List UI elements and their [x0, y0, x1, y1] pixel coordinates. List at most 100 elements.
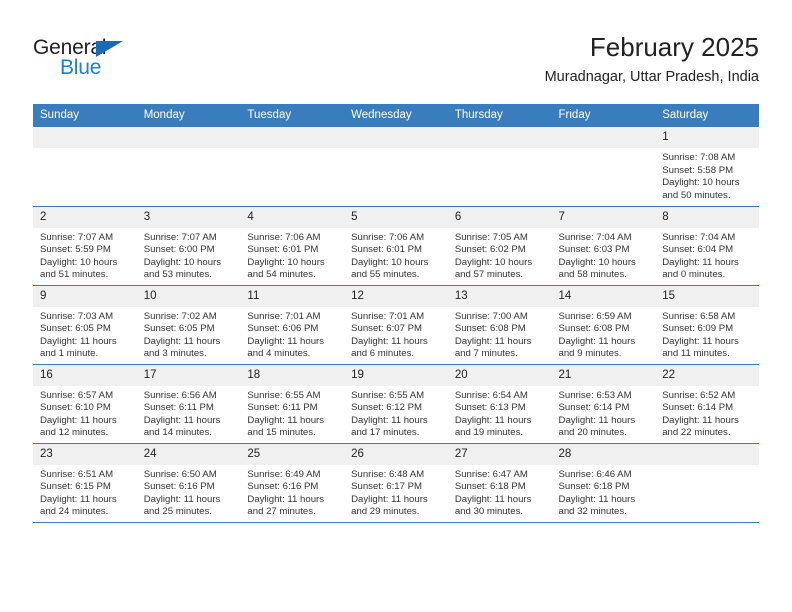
sunset-text: Sunset: 5:59 PM [40, 244, 111, 256]
day-number: 16 [33, 364, 137, 386]
calendar-day-cell[interactable]: 14 Sunrise: 6:59 AM Sunset: 6:08 PM Dayligh… [551, 284, 656, 364]
day-number: 5 [344, 206, 448, 228]
daylight-text-line1: Daylight: 10 hours [454, 256, 533, 268]
calendar-day-cell[interactable]: 8 Sunrise: 7:04 AM Sunset: 6:04 PM Daylight… [655, 205, 759, 285]
calendar-empty-cell [447, 127, 552, 206]
sunset-text: Sunset: 6:18 PM [454, 481, 526, 493]
calendar-day-cell[interactable]: 28 Sunrise: 6:46 AM Sunset: 6:18 PM Dayligh… [551, 442, 656, 522]
sunrise-text: Sunrise: 7:01 AM [247, 310, 321, 322]
daylight-text-line2: and 9 minutes. [558, 348, 622, 360]
calendar-day-cell[interactable]: 26 Sunrise: 6:48 AM Sunset: 6:17 PM Dayligh… [344, 442, 448, 522]
day-number: 20 [447, 364, 552, 386]
calendar-day-cell[interactable]: 11 Sunrise: 7:01 AM Sunset: 6:06 PM Dayligh… [240, 284, 345, 364]
calendar-day-cell[interactable]: 21 Sunrise: 6:53 AM Sunset: 6:14 PM Dayligh… [551, 363, 656, 443]
sunset-text: Sunset: 6:18 PM [558, 481, 630, 493]
daylight-text-line1: Daylight: 10 hours [351, 256, 429, 268]
sunset-text: Sunset: 6:01 PM [351, 244, 423, 256]
daylight-text-line2: and 51 minutes. [40, 269, 109, 281]
day-details: Sunrise: 7:04 AM Sunset: 6:04 PM Daylight:… [655, 228, 759, 282]
day-details: Sunrise: 6:57 AM Sunset: 6:10 PM Daylight:… [33, 386, 137, 440]
calendar-day-cell[interactable]: 23 Sunrise: 6:51 AM Sunset: 6:15 PM Dayligh… [33, 442, 137, 522]
calendar-week-row: 1 Sunrise: 7:08 AM Sunset: 5:58 PM Daylight… [33, 127, 759, 206]
calendar-day-cell[interactable]: 12 Sunrise: 7:01 AM Sunset: 6:07 PM Dayligh… [344, 284, 448, 364]
calendar-day-cell[interactable]: 5 Sunrise: 7:06 AM Sunset: 6:01 PM Daylight… [344, 205, 448, 285]
calendar-day-cell[interactable]: 9 Sunrise: 7:03 AM Sunset: 6:05 PM Daylight… [33, 284, 137, 364]
calendar-day-cell[interactable]: 15 Sunrise: 6:58 AM Sunset: 6:09 PM Dayligh… [655, 284, 759, 364]
sunset-text: Sunset: 6:05 PM [143, 323, 215, 335]
calendar-day-cell[interactable]: 13 Sunrise: 7:00 AM Sunset: 6:08 PM Dayligh… [447, 284, 552, 364]
daylight-text-line1: Daylight: 11 hours [454, 414, 532, 426]
daylight-text-line1: Daylight: 10 hours [558, 256, 636, 268]
calendar-day-cell[interactable]: 18 Sunrise: 6:55 AM Sunset: 6:11 PM Dayligh… [240, 363, 345, 443]
daylight-text-line2: and 24 minutes. [40, 506, 109, 518]
day-number: 28 [551, 443, 656, 465]
calendar-week-row: 16 Sunrise: 6:57 AM Sunset: 6:10 PM Dayligh… [33, 363, 759, 443]
calendar-day-cell[interactable]: 2 Sunrise: 7:07 AM Sunset: 5:59 PM Daylight… [33, 205, 137, 285]
calendar-day-cell[interactable]: 22 Sunrise: 6:52 AM Sunset: 6:14 PM Dayligh… [655, 363, 759, 443]
calendar-day-cell[interactable]: 25 Sunrise: 6:49 AM Sunset: 6:16 PM Dayligh… [240, 442, 345, 522]
daylight-text-line2: and 4 minutes. [247, 348, 311, 360]
sunset-text: Sunset: 6:14 PM [558, 402, 630, 414]
daylight-text-line1: Daylight: 11 hours [40, 335, 117, 347]
sunrise-text: Sunrise: 7:03 AM [40, 310, 114, 322]
sunrise-text: Sunrise: 7:04 AM [558, 231, 632, 243]
calendar-day-cell[interactable]: 16 Sunrise: 6:57 AM Sunset: 6:10 PM Dayligh… [33, 363, 137, 443]
sunrise-text: Sunrise: 6:48 AM [351, 468, 425, 480]
calendar-empty-cell [136, 127, 241, 206]
day-number: 22 [655, 364, 759, 386]
sunset-text: Sunset: 6:01 PM [247, 244, 319, 256]
calendar-day-cell[interactable]: 19 Sunrise: 6:55 AM Sunset: 6:12 PM Dayligh… [344, 363, 448, 443]
calendar-day-cell[interactable]: 3 Sunrise: 7:07 AM Sunset: 6:00 PM Daylight… [136, 205, 241, 285]
day-details: Sunrise: 6:49 AM Sunset: 6:16 PM Daylight:… [240, 465, 344, 519]
sunrise-text: Sunrise: 7:05 AM [454, 231, 528, 243]
day-details: Sunrise: 6:48 AM Sunset: 6:17 PM Daylight:… [344, 465, 448, 519]
page-title: February 2025 [589, 32, 759, 62]
page-subtitle: Muradnagar, Uttar Pradesh, India [544, 69, 759, 85]
sunset-text: Sunset: 6:16 PM [143, 481, 215, 493]
daylight-text-line2: and 3 minutes. [143, 348, 207, 360]
daylight-text-line1: Daylight: 11 hours [351, 414, 428, 426]
day-number: 14 [551, 285, 656, 307]
calendar-day-cell[interactable]: 6 Sunrise: 7:05 AM Sunset: 6:02 PM Daylight… [447, 205, 552, 285]
day-number: 10 [136, 285, 241, 307]
calendar-day-cell[interactable]: 24 Sunrise: 6:50 AM Sunset: 6:16 PM Dayligh… [136, 442, 241, 522]
daylight-text-line2: and 57 minutes. [454, 269, 524, 281]
sunset-text: Sunset: 6:10 PM [40, 402, 111, 414]
daylight-text-line1: Daylight: 11 hours [454, 335, 532, 347]
sunset-text: Sunset: 6:09 PM [662, 323, 734, 335]
calendar-day-cell[interactable]: 10 Sunrise: 7:02 AM Sunset: 6:05 PM Dayligh… [136, 284, 241, 364]
calendar-day-cell[interactable]: 27 Sunrise: 6:47 AM Sunset: 6:18 PM Dayligh… [447, 442, 552, 522]
calendar-empty-cell [33, 127, 137, 206]
day-number: 8 [655, 206, 759, 228]
weekday-header-saturday: Saturday [655, 104, 759, 127]
logo-text-blue: Blue [60, 56, 102, 79]
general-blue-logo[interactable]: General Blue [33, 36, 213, 92]
calendar-day-cell[interactable]: 17 Sunrise: 6:56 AM Sunset: 6:11 PM Dayligh… [136, 363, 241, 443]
sunset-text: Sunset: 6:05 PM [40, 323, 111, 335]
daylight-text-line2: and 14 minutes. [143, 427, 212, 439]
daylight-text-line2: and 15 minutes. [247, 427, 316, 439]
day-details: Sunrise: 6:59 AM Sunset: 6:08 PM Daylight:… [552, 307, 656, 361]
day-number [240, 127, 345, 148]
daylight-text-line1: Daylight: 11 hours [662, 414, 739, 426]
calendar-header-row: Sunday Monday Tuesday Wednesday Thursday… [33, 104, 759, 127]
daylight-text-line1: Daylight: 10 hours [40, 256, 118, 268]
calendar-week-row: 23 Sunrise: 6:51 AM Sunset: 6:15 PM Dayligh… [33, 442, 759, 522]
sunrise-text: Sunrise: 7:07 AM [143, 231, 217, 243]
daylight-text-line1: Daylight: 11 hours [351, 335, 428, 347]
day-details: Sunrise: 7:01 AM Sunset: 6:07 PM Daylight:… [344, 307, 448, 361]
daylight-text-line1: Daylight: 11 hours [454, 493, 532, 505]
calendar-day-cell[interactable]: 4 Sunrise: 7:06 AM Sunset: 6:01 PM Daylight… [240, 205, 345, 285]
day-number: 3 [136, 206, 241, 228]
day-number: 12 [344, 285, 448, 307]
calendar-day-cell[interactable]: 20 Sunrise: 6:54 AM Sunset: 6:13 PM Dayligh… [447, 363, 552, 443]
daylight-text-line1: Daylight: 11 hours [40, 414, 117, 426]
sunrise-text: Sunrise: 6:52 AM [662, 389, 736, 401]
day-details: Sunrise: 7:05 AM Sunset: 6:02 PM Daylight:… [448, 228, 552, 282]
daylight-text-line1: Daylight: 11 hours [662, 256, 739, 268]
calendar-day-cell[interactable]: 1 Sunrise: 7:08 AM Sunset: 5:58 PM Daylight… [655, 127, 759, 206]
sunrise-text: Sunrise: 6:47 AM [454, 468, 528, 480]
calendar-day-cell[interactable]: 7 Sunrise: 7:04 AM Sunset: 6:03 PM Daylight… [551, 205, 656, 285]
sunrise-text: Sunrise: 6:55 AM [247, 389, 321, 401]
day-details: Sunrise: 7:07 AM Sunset: 6:00 PM Daylight:… [137, 228, 241, 282]
